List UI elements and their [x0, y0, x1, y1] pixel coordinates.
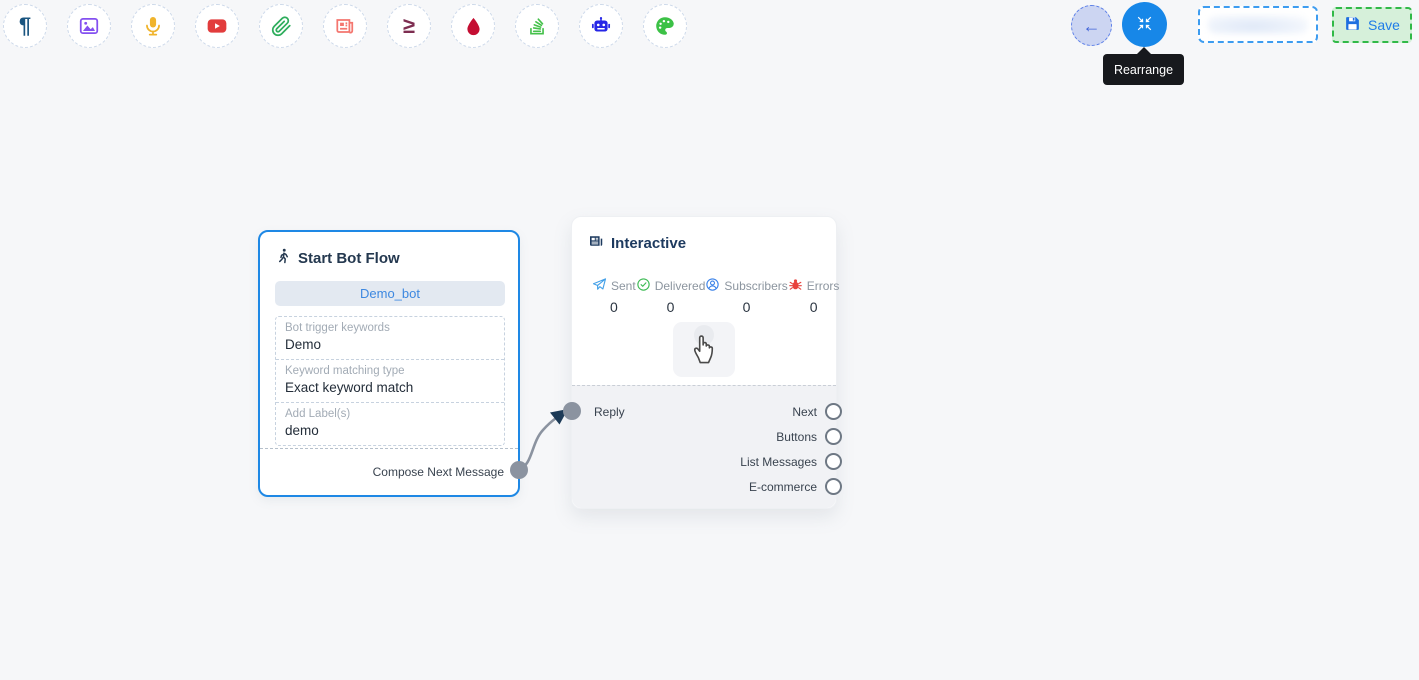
hand-pointer-cursor: [690, 330, 718, 370]
youtube-icon: [206, 15, 228, 37]
toolbar-item-drip[interactable]: [451, 4, 495, 48]
save-label: Save: [1368, 17, 1400, 33]
output-label: Next: [792, 405, 817, 419]
redacted-content: [1208, 15, 1308, 34]
stack-icon: [526, 15, 548, 37]
output-label: List Messages: [740, 455, 817, 469]
toolbar-item-file[interactable]: [259, 4, 303, 48]
stat-sent: Sent 0: [592, 277, 636, 315]
microphone-icon: [142, 15, 164, 37]
check-circle-icon: [636, 277, 651, 295]
stat-value: 0: [743, 299, 751, 315]
stat-value: 0: [667, 299, 675, 315]
compose-next-message-label: Compose Next Message: [373, 465, 504, 479]
save-button[interactable]: Save: [1332, 7, 1412, 43]
field-value: Exact keyword match: [285, 380, 495, 395]
start-node-title: Start Bot Flow: [298, 250, 400, 267]
toolbar-item-image[interactable]: [67, 4, 111, 48]
back-button[interactable]: ←: [1071, 5, 1112, 46]
output-row-ecommerce: E-commerce: [749, 478, 836, 495]
pilcrow-icon: ¶: [19, 15, 31, 37]
buttons-output-connector[interactable]: [825, 428, 842, 445]
paperclip-icon: [271, 16, 292, 37]
robot-icon: [590, 15, 612, 37]
field-bot-trigger-keywords[interactable]: Bot trigger keywords Demo: [276, 317, 504, 359]
toolbar-item-card[interactable]: [323, 4, 367, 48]
field-keyword-matching-type[interactable]: Keyword matching type Exact keyword matc…: [276, 359, 504, 402]
droplet-icon: [463, 16, 484, 37]
bug-icon: [788, 277, 803, 295]
toolbar-item-theme[interactable]: [643, 4, 687, 48]
stat-label: Sent: [611, 279, 636, 293]
next-output-connector[interactable]: [825, 403, 842, 420]
ecommerce-output-connector[interactable]: [825, 478, 842, 495]
compose-output-connector[interactable]: [510, 461, 528, 479]
field-value: demo: [285, 423, 495, 438]
reply-label: Reply: [594, 405, 625, 419]
start-node-fields: Bot trigger keywords Demo Keyword matchi…: [275, 316, 505, 446]
toolbar-item-text[interactable]: ¶: [3, 4, 47, 48]
stat-subscribers: Subscribers 0: [705, 277, 787, 315]
tooltip-text: Rearrange: [1114, 63, 1173, 77]
stat-errors: Errors 0: [788, 277, 840, 315]
stat-label: Errors: [807, 279, 840, 293]
stat-label: Delivered: [655, 279, 706, 293]
bot-name-button[interactable]: Demo_bot: [275, 281, 505, 306]
field-add-labels[interactable]: Add Label(s) demo: [276, 402, 504, 445]
stats-row: Sent 0 Delivered 0 Subscribers 0 Errors …: [572, 277, 836, 315]
compress-arrows-icon: [1134, 13, 1155, 37]
back-arrow-icon: ←: [1083, 17, 1101, 35]
user-circle-icon: [705, 277, 720, 295]
rearrange-tooltip: Rearrange: [1103, 54, 1184, 85]
toolbar-item-audio[interactable]: [131, 4, 175, 48]
output-label: E-commerce: [749, 480, 817, 494]
interactive-node-title: Interactive: [611, 235, 686, 252]
stat-value: 0: [610, 299, 618, 315]
field-label: Add Label(s): [285, 408, 495, 420]
redacted-field[interactable]: [1198, 6, 1318, 43]
field-value: Demo: [285, 337, 495, 352]
start-node-footer: Compose Next Message: [260, 448, 518, 495]
start-bot-flow-node[interactable]: Start Bot Flow Demo_bot Bot trigger keyw…: [258, 230, 520, 497]
output-row-next: Next: [792, 403, 836, 420]
reply-input-connector[interactable]: [563, 402, 581, 420]
stat-label: Subscribers: [724, 279, 787, 293]
start-node-header: Start Bot Flow: [260, 232, 518, 269]
toolbar-item-bot[interactable]: [579, 4, 623, 48]
rearrange-button[interactable]: [1122, 2, 1167, 47]
field-label: Keyword matching type: [285, 365, 495, 377]
field-label: Bot trigger keywords: [285, 322, 495, 334]
interactive-node-header: Interactive: [572, 217, 836, 253]
output-row-list-messages: List Messages: [740, 453, 836, 470]
newspaper-icon: [588, 233, 604, 253]
greater-equal-icon: ≥: [403, 15, 415, 37]
walking-person-icon: [276, 248, 291, 269]
floppy-disk-icon: [1344, 15, 1361, 35]
newspaper-icon: [334, 15, 356, 37]
output-label: Buttons: [776, 430, 817, 444]
list-messages-output-connector[interactable]: [825, 453, 842, 470]
interactive-node-footer: Reply Next Buttons List Messages E-comme…: [572, 385, 836, 508]
toolbar-item-condition[interactable]: ≥: [387, 4, 431, 48]
stat-delivered: Delivered 0: [636, 277, 706, 315]
stat-value: 0: [810, 299, 818, 315]
toolbar-item-video[interactable]: [195, 4, 239, 48]
paper-plane-icon: [592, 277, 607, 295]
toolbar-item-sequence[interactable]: [515, 4, 559, 48]
image-icon: [78, 15, 100, 37]
palette-icon: [654, 15, 676, 37]
output-row-buttons: Buttons: [776, 428, 836, 445]
